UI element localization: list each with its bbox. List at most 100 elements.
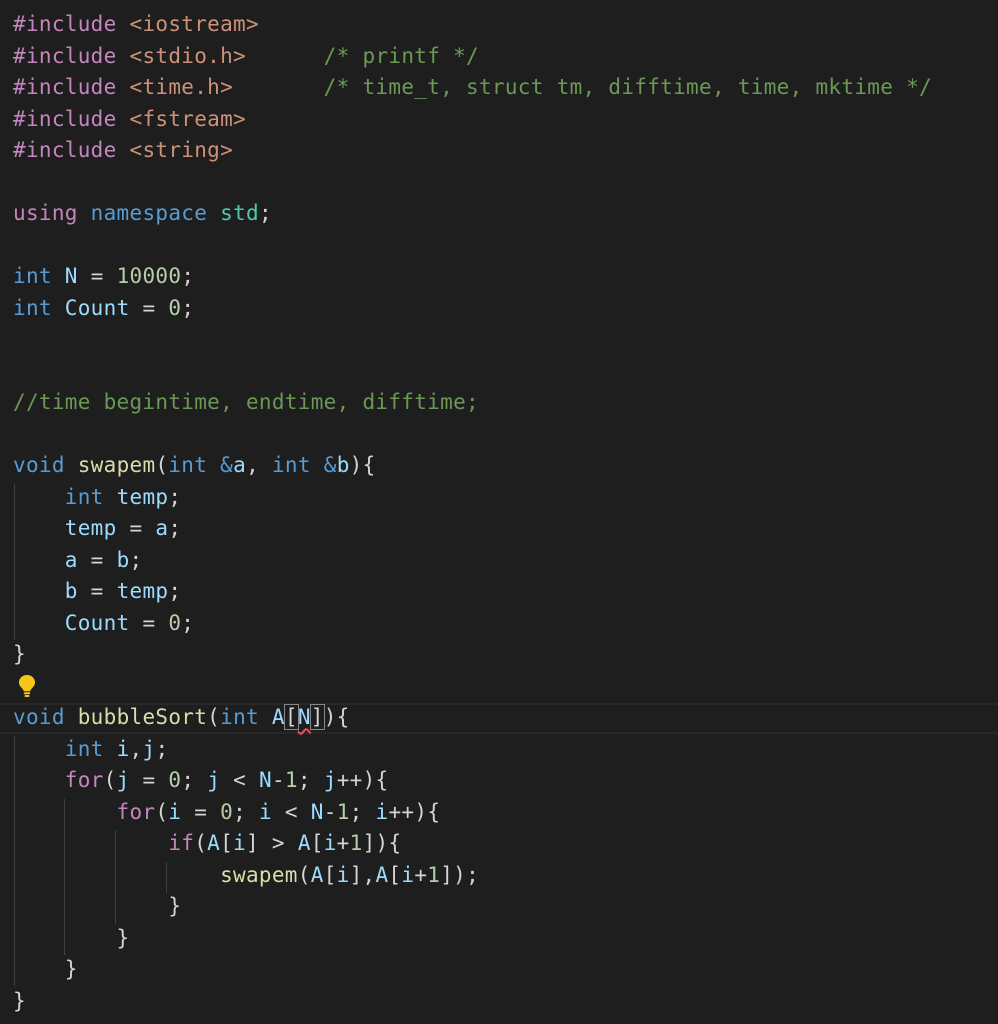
code-line[interactable]: b = temp; [13, 576, 932, 608]
code-line[interactable]: #include <iostream> [13, 9, 932, 41]
code-line[interactable]: temp = a; [13, 513, 932, 545]
code-token: Count [64, 295, 130, 320]
code-line[interactable]: swapem(A[i],A[i+1]); [13, 860, 932, 892]
code-token: = [77, 547, 117, 572]
code-line[interactable] [13, 356, 932, 388]
code-token: using [13, 201, 78, 225]
code-token: for [64, 768, 104, 792]
code-line[interactable]: } [13, 923, 932, 955]
code-token: A [271, 705, 285, 729]
code-token: A [375, 862, 389, 887]
code-token: int [168, 453, 208, 477]
code-line[interactable]: using namespace std; [13, 198, 932, 230]
code-token: ( [155, 799, 169, 824]
code-text[interactable]: #include <iostream> #include <stdio.h> /*… [13, 9, 932, 1017]
code-token: void [13, 705, 65, 729]
code-line[interactable]: for(j = 0; j < N-1; j++){ [13, 765, 932, 797]
code-line[interactable]: int i,j; [13, 734, 932, 766]
code-line[interactable]: } [13, 986, 932, 1018]
code-token: i [375, 799, 389, 824]
code-token: + [336, 831, 350, 855]
code-token: ; [168, 516, 182, 540]
code-token: = [181, 799, 221, 824]
code-line[interactable]: void swapem(int &a, int &b){ [13, 450, 932, 482]
code-token: i [258, 799, 272, 824]
code-line[interactable] [13, 419, 932, 451]
code-editor[interactable]: #include <iostream> #include <stdio.h> /*… [0, 0, 998, 1024]
code-token: ; [168, 579, 182, 603]
code-token: i [323, 831, 337, 855]
code-token: ; [349, 799, 376, 824]
code-token: ; [181, 264, 195, 288]
code-token: , [246, 453, 272, 477]
code-token: <iostream> [129, 12, 259, 36]
code-token: [ [388, 862, 402, 887]
code-line[interactable] [13, 324, 932, 356]
code-token: namespace [90, 201, 208, 225]
code-token: ++){ [388, 799, 441, 824]
code-token: i [168, 799, 182, 824]
code-token: } [13, 957, 78, 981]
code-line[interactable]: Count = 0; [13, 608, 932, 640]
code-token: <string> [129, 138, 234, 162]
code-line[interactable]: #include <stdio.h> /* printf */ [13, 41, 932, 73]
code-line[interactable]: #include <fstream> [13, 104, 932, 136]
code-token: ++){ [336, 768, 389, 792]
code-token: b [336, 453, 350, 477]
code-token: i [336, 862, 350, 887]
code-line[interactable]: } [13, 891, 932, 923]
code-token: #include [13, 106, 117, 131]
code-token: b [64, 579, 78, 603]
code-line[interactable]: //time begintime, endtime, difftime; [13, 387, 932, 419]
code-line[interactable]: a = b; [13, 545, 932, 577]
lightbulb-icon[interactable] [17, 674, 37, 698]
code-token: j [323, 768, 337, 792]
code-token: ], [349, 862, 376, 887]
code-token: N [310, 799, 324, 824]
code-token: ; [181, 610, 195, 635]
code-line[interactable]: int N = 10000; [13, 261, 932, 293]
code-token: int [271, 453, 311, 477]
code-token: temp [116, 579, 169, 603]
code-token: #include [13, 12, 117, 36]
code-token: <time.h> [129, 75, 234, 99]
code-line[interactable] [13, 167, 932, 199]
code-line[interactable]: void bubbleSort(int A[N]){ [13, 702, 932, 734]
code-line[interactable] [13, 671, 932, 703]
code-token: } [13, 894, 182, 918]
code-token: b [116, 547, 130, 572]
code-line[interactable] [13, 230, 932, 262]
code-line[interactable]: } [13, 954, 932, 986]
code-token: ( [194, 831, 208, 855]
code-token: #include [13, 75, 117, 99]
code-token: = [116, 516, 156, 540]
code-token: a [155, 516, 169, 540]
code-token: void [13, 453, 65, 477]
code-line[interactable]: } [13, 639, 932, 671]
code-token: & [323, 453, 337, 477]
code-line[interactable]: int temp; [13, 482, 932, 514]
code-token: j [142, 736, 156, 761]
code-line[interactable]: for(i = 0; i < N-1; i++){ [13, 797, 932, 829]
code-line[interactable]: #include <time.h> /* time_t, struct tm, … [13, 72, 932, 104]
code-line[interactable]: if(A[i] > A[i+1]){ [13, 828, 932, 860]
code-token: i [401, 862, 415, 887]
code-token: 0 [220, 799, 234, 824]
code-line[interactable]: #include <string> [13, 135, 932, 167]
code-line[interactable]: int Count = 0; [13, 293, 932, 325]
code-token: 1 [336, 799, 350, 824]
code-token: ] [309, 704, 325, 730]
